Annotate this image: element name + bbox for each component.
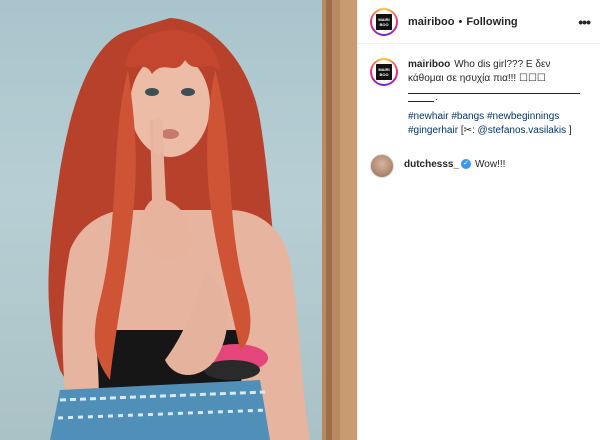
- author-avatar[interactable]: MAIRI BOO: [370, 7, 398, 36]
- comment-item: dutchesss_ ✓ Wow!!!: [370, 152, 588, 178]
- logo-line-2: BOO: [379, 72, 389, 77]
- credit-suffix: ]: [568, 125, 572, 136]
- post-sidebar: MAIRI BOO mairiboo • Following ••• MAIRI: [357, 0, 600, 440]
- avatar-logo-frame: MAIRI BOO: [372, 60, 396, 84]
- more-options-icon[interactable]: •••: [578, 14, 591, 30]
- verified-badge-icon: ✓: [461, 159, 472, 170]
- hashtag-gingerhair[interactable]: #gingerhair: [408, 125, 458, 136]
- author-username[interactable]: mairiboo: [408, 16, 454, 28]
- caption-username[interactable]: mairiboo: [408, 59, 450, 70]
- caption-hashtags: #newhair #bangs #newbeginnings #gingerha…: [408, 110, 588, 138]
- portrait-illustration: [48, 0, 357, 440]
- post-photo[interactable]: [0, 0, 357, 440]
- brand-logo: MAIRI BOO: [376, 64, 392, 80]
- logo-line-2: BOO: [379, 21, 389, 27]
- brand-logo: MAIRI BOO: [376, 13, 392, 30]
- header-user-info: mairiboo • Following: [408, 16, 518, 28]
- avatar-logo-frame: MAIRI BOO: [372, 9, 396, 34]
- commenter-username[interactable]: dutchesss_: [404, 159, 459, 170]
- caption-item: MAIRI BOO mairiboo Who dis girl??? Ε δεν …: [370, 58, 588, 138]
- caption-body: mairiboo Who dis girl??? Ε δεν κάθομαι σε…: [408, 58, 588, 138]
- post-header: MAIRI BOO mairiboo • Following •••: [358, 0, 600, 44]
- comment-body: dutchesss_ ✓ Wow!!!: [404, 158, 586, 172]
- hashtag-newbeginnings[interactable]: #newbeginnings: [487, 111, 559, 122]
- credit-prefix: [✂:: [460, 125, 475, 136]
- follow-status-button[interactable]: Following: [466, 16, 517, 28]
- comment-text: Wow!!!: [475, 159, 506, 170]
- caption-author-avatar[interactable]: MAIRI BOO: [370, 58, 398, 86]
- commenter-avatar[interactable]: [370, 154, 394, 178]
- separator-dot: •: [458, 15, 463, 28]
- hashtag-bangs[interactable]: #bangs: [451, 111, 484, 122]
- hashtag-newhair[interactable]: #newhair: [408, 111, 449, 122]
- comments-list: MAIRI BOO mairiboo Who dis girl??? Ε δεν …: [358, 44, 600, 178]
- credit-user-link[interactable]: @stefanos.vasilakis: [478, 125, 567, 136]
- caption-divider-short: [408, 91, 438, 105]
- instagram-post: MAIRI BOO mairiboo • Following ••• MAIRI: [0, 0, 600, 440]
- caption-divider-line: [408, 86, 580, 94]
